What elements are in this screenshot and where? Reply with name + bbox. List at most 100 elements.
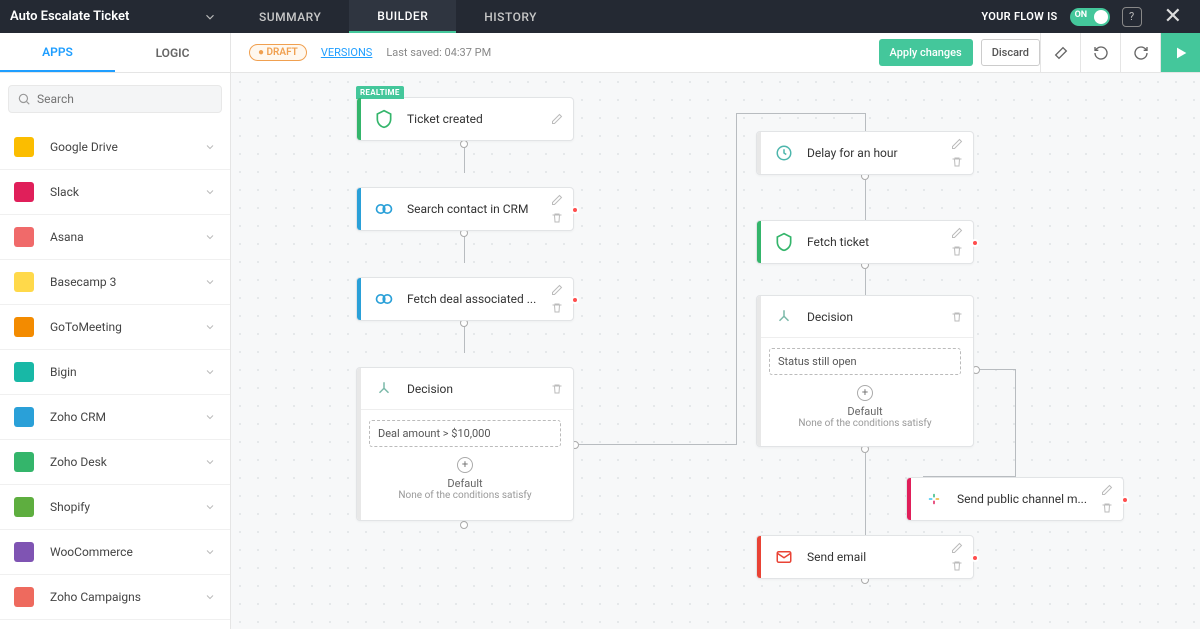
app-icon [14,587,34,607]
app-label: Slack [50,185,204,199]
close-button[interactable]: ✕ [1154,4,1192,29]
node-send-email[interactable]: Send email [756,535,974,579]
flow-title-dropdown[interactable] [201,8,219,26]
sidebar-app-item[interactable]: Shopify [0,485,230,530]
sidebar-app-item[interactable]: Zoho Desk [0,440,230,485]
redo-button[interactable] [1120,33,1160,72]
app-label: Basecamp 3 [50,275,204,289]
delete-icon[interactable] [551,302,563,314]
sidebar-app-item[interactable]: Basecamp 3 [0,260,230,305]
error-indicator [1121,496,1129,504]
sidebar-app-item[interactable]: Google Drive [0,125,230,170]
app-label: GoToMeeting [50,320,204,334]
app-label: Google Drive [50,140,204,154]
sidebar-app-item[interactable]: WooCommerce [0,530,230,575]
edit-icon[interactable] [951,542,963,554]
chevron-down-icon [204,228,216,247]
app-icon [14,407,34,427]
node-ticket-created[interactable]: REALTIME Ticket created [356,97,574,141]
edit-icon[interactable] [551,194,563,206]
undo-button[interactable] [1080,33,1120,72]
node-fetch-deal[interactable]: Fetch deal associated ... [356,277,574,321]
delete-icon[interactable] [951,245,963,257]
search-box[interactable] [8,85,222,113]
app-icon [14,362,34,382]
error-indicator [971,239,979,247]
sidebar-tab-logic[interactable]: LOGIC [115,33,230,72]
node-decision-1[interactable]: Decision Deal amount > $10,000 + Default… [356,367,574,521]
sidebar-app-item[interactable]: Zoho Campaigns [0,575,230,620]
error-indicator [971,554,979,562]
help-button[interactable]: ? [1122,7,1142,27]
tab-summary[interactable]: SUMMARY [231,0,349,33]
flow-title: Auto Escalate Ticket [10,9,129,24]
app-icon [14,317,34,337]
branch-condition-2[interactable]: Status still open [769,348,961,375]
chevron-down-icon [204,363,216,382]
default-branch-title: Default [769,405,961,418]
edit-icon[interactable] [951,227,963,239]
default-branch-sub: None of the conditions satisfy [369,490,561,501]
delete-icon[interactable] [951,560,963,572]
gmail-icon [773,546,795,568]
edit-icon[interactable] [1101,484,1113,496]
delete-icon[interactable] [951,156,963,168]
slack-icon [923,488,945,510]
add-condition-button[interactable]: + [857,385,873,401]
app-label: Bigin [50,365,204,379]
zoho-crm-icon [373,198,395,220]
delete-icon[interactable] [551,212,563,224]
tab-history[interactable]: HISTORY [456,0,565,33]
chevron-down-icon [204,408,216,427]
app-label: WooCommerce [50,545,204,559]
delete-icon[interactable] [551,383,563,395]
app-icon [14,137,34,157]
chevron-down-icon [204,138,216,157]
tab-builder[interactable]: BUILDER [349,0,456,33]
sidebar-tab-apps[interactable]: APPS [0,33,115,72]
delete-icon[interactable] [1101,502,1113,514]
app-icon [14,227,34,247]
app-label: Asana [50,230,204,244]
sidebar-app-item[interactable]: Slack [0,170,230,215]
realtime-badge: REALTIME [356,86,404,99]
magic-wand-button[interactable] [1040,33,1080,72]
app-icon [14,182,34,202]
flow-status-label: YOUR FLOW IS [981,10,1057,23]
chevron-down-icon [204,183,216,202]
decision-icon [773,306,795,328]
edit-icon[interactable] [551,284,563,296]
branch-condition-1[interactable]: Deal amount > $10,000 [369,420,561,447]
node-delay[interactable]: Delay for an hour [756,131,974,175]
decision-icon [373,378,395,400]
edit-icon[interactable] [951,138,963,150]
zoho-desk-icon [373,108,395,130]
node-slack-message[interactable]: Send public channel m... [906,477,1124,521]
discard-button[interactable]: Discard [981,39,1040,66]
chevron-down-icon [204,318,216,337]
add-condition-button[interactable]: + [457,457,473,473]
app-label: Shopify [50,500,204,514]
app-label: Zoho CRM [50,410,204,424]
search-icon [17,92,31,106]
node-fetch-ticket[interactable]: Fetch ticket [756,220,974,264]
search-input[interactable] [37,92,213,106]
flow-status-toggle[interactable]: ON [1070,8,1110,26]
sidebar-app-item[interactable]: GoToMeeting [0,305,230,350]
sidebar-app-item[interactable]: Zoho CRM [0,395,230,440]
run-button[interactable] [1160,33,1200,72]
app-label: Zoho Campaigns [50,590,204,604]
edit-icon[interactable] [551,113,563,125]
delete-icon[interactable] [951,311,963,323]
node-decision-2[interactable]: Decision Status still open + Default Non… [756,295,974,447]
sidebar-app-item[interactable]: Asana [0,215,230,260]
flow-canvas[interactable]: REALTIME Ticket created Search contact i… [231,73,1200,629]
app-icon [14,542,34,562]
node-search-contact[interactable]: Search contact in CRM [356,187,574,231]
app-icon [14,452,34,472]
apps-sidebar: Google Drive Slack Asana Basecamp 3 GoTo… [0,73,231,629]
versions-link[interactable]: VERSIONS [321,46,373,59]
apply-changes-button[interactable]: Apply changes [879,39,973,66]
sidebar-app-item[interactable]: Bigin [0,350,230,395]
zoho-desk-icon [773,231,795,253]
